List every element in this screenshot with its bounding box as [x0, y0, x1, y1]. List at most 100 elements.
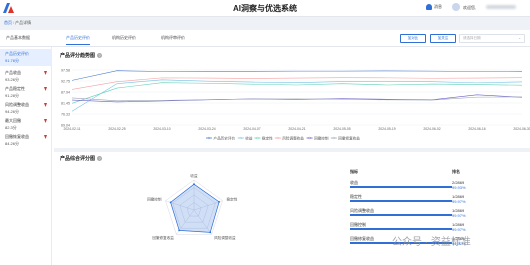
x-tick-label: 2024-04-21 [288, 127, 305, 131]
radar-chart[interactable]: 收益稳定性风险调整收益 回撤修复收益 回撤控制 [114, 166, 274, 256]
metric-bar [350, 200, 452, 202]
sidebar-item-stability[interactable]: 产品稳定性 91.28分 [0, 84, 52, 101]
radar-label: 回撤修复收益 [152, 235, 174, 240]
sidebar-item-max-drawdown[interactable]: 最大回撤 82.3分 [0, 116, 52, 133]
legend-marker [256, 136, 259, 140]
x-tick-label: 2024-06-30 [513, 127, 530, 131]
breadcrumb-current: 产品详情 [15, 20, 32, 25]
username-redacted [486, 5, 516, 9]
series-line[interactable] [71, 70, 523, 81]
compare-button[interactable]: 加对比 [400, 34, 426, 43]
radar-heading-text: 产品综合评分图 [60, 156, 96, 162]
legend-item[interactable]: 风险调整收益 [274, 135, 304, 140]
help-icon[interactable]: ? [97, 156, 103, 162]
legend-label: 回撤控制 [314, 135, 329, 140]
tab-institution-history[interactable]: 机构历史评价 [112, 35, 136, 41]
metric-percent: 99.97% [452, 227, 466, 232]
watermark: 公众号 · 资益标准 [392, 237, 471, 248]
notice-button[interactable]: 消息 [426, 4, 442, 10]
legend-label: 稳定性 [262, 135, 273, 140]
series-line[interactable] [71, 77, 523, 90]
legend-label: 风险调整收益 [282, 135, 304, 140]
legend-label: 回撤修复收益 [338, 135, 360, 140]
radar-point[interactable] [218, 200, 221, 203]
top-bar: AI洞察与优选系统 消息 欢迎您, [0, 0, 530, 17]
sidebar-item-value: 91.76分 [5, 58, 20, 63]
active-tab-indicator [66, 44, 90, 45]
sidebar-item-value: 94.26分 [5, 109, 20, 114]
tab-institution-review[interactable]: 机构评审评价 [161, 35, 185, 41]
x-tick-label: 2024-06-02 [423, 127, 440, 131]
radar-area[interactable] [170, 183, 220, 233]
legend-marker [308, 136, 311, 140]
metric-bar [350, 186, 452, 188]
tab-strip: 产品基本数据 产品历史评价 机构历史评价 机构评审评价 加对比 加关注 请选择日… [0, 30, 530, 47]
radar-point[interactable] [209, 231, 212, 234]
y-tick-label: 97.58 [61, 68, 70, 72]
metric-percent: 99.93% [452, 185, 466, 190]
radar-point[interactable] [169, 201, 172, 204]
metric-col-name: 指标 [350, 169, 358, 174]
welcome-text: 欢迎您, [463, 5, 477, 10]
y-tick-label: 76.33 [61, 112, 70, 116]
trend-heading-text: 产品评分趋势图 [60, 53, 96, 59]
metric-percent: 99.97% [452, 213, 466, 218]
radar-label: 收益 [190, 173, 198, 178]
legend-item[interactable]: 回撤控制 [306, 135, 329, 140]
follow-button[interactable]: 加关注 [430, 34, 456, 43]
x-tick-label: 2024-04-07 [243, 127, 260, 131]
chevron-down-icon: ⌄ [518, 36, 521, 40]
x-tick-label: 2024-03-10 [153, 127, 170, 131]
legend-label: 产品历史评价 [214, 135, 236, 140]
x-tick-label: 2024-05-05 [333, 127, 350, 131]
metric-col-rank: 排名 [452, 169, 460, 174]
metric-percent: 99.97% [452, 199, 466, 204]
avatar[interactable] [452, 3, 460, 11]
sidebar-item-risk-adjusted[interactable]: 风险调整收益 94.26分 [0, 100, 52, 117]
main-panel: 产品基本数据 产品历史评价 机构历史评价 机构评审评价 加对比 加关注 请选择日… [0, 30, 530, 265]
app-title: AI洞察与优选系统 [233, 4, 297, 13]
y-tick-label: 92.75 [61, 79, 70, 83]
metric-row: 风险调整收益 1/2869 99.97% [350, 208, 520, 221]
legend-label: 收益 [245, 135, 253, 140]
tab-product-history[interactable]: 产品历史评价 [66, 35, 90, 41]
sidebar-item-value: 82.3分 [5, 125, 17, 130]
y-tick-label: 87.94 [61, 90, 70, 94]
sidebar-item-value: 84.26分 [5, 141, 20, 146]
metric-row: 收益 2/2869 99.93% [350, 180, 520, 193]
date-select-placeholder: 请选择日期 [463, 36, 481, 40]
date-select[interactable]: 请选择日期 ⌄ [459, 34, 525, 43]
legend-item[interactable]: 回撤修复收益 [330, 135, 360, 140]
score-sidebar: 产品历史评价 91.76分 产品收益 93.26分 产品稳定性 91.28分 风… [0, 47, 52, 265]
metric-bar [350, 228, 452, 230]
radar-label: 回撤控制 [147, 197, 162, 202]
sidebar-item-name: 产品历史评价 [5, 51, 29, 56]
notice-label: 消息 [434, 4, 442, 9]
legend-marker [332, 136, 335, 140]
metric-bar [350, 214, 452, 216]
series-line[interactable] [71, 82, 523, 104]
x-tick-label: 2024-05-19 [378, 127, 395, 131]
radar-label: 风险调整收益 [214, 235, 236, 240]
trend-chart[interactable]: 97.5892.7587.9481.4576.3369.042024-02-11… [54, 63, 530, 145]
radar-point[interactable] [193, 183, 195, 186]
legend-marker [276, 136, 279, 140]
help-icon[interactable]: ? [97, 53, 103, 59]
radar-point[interactable] [178, 229, 181, 232]
trend-heading: 产品评分趋势图? [60, 52, 103, 59]
x-tick-label: 2024-03-24 [198, 127, 215, 131]
legend-marker [239, 136, 242, 140]
legend-item[interactable]: 产品历史评价 [206, 135, 235, 140]
breadcrumb-home[interactable]: 首页 [4, 20, 12, 25]
sidebar-item-history[interactable]: 产品历史评价 91.76分 [0, 49, 52, 66]
legend-marker [207, 136, 211, 140]
sidebar-item-drawdown-recovery[interactable]: 回撤恢复收益 84.26分 [0, 132, 52, 149]
breadcrumb: 首页/产品详情 [4, 20, 32, 25]
tab-product-basic[interactable]: 产品基本数据 [6, 35, 30, 41]
legend-item[interactable]: 收益 [237, 135, 253, 140]
y-tick-label: 81.45 [61, 101, 70, 105]
legend-item[interactable]: 稳定性 [254, 135, 273, 140]
x-tick-label: 2024-02-11 [63, 127, 80, 131]
sidebar-item-return[interactable]: 产品收益 93.26分 [0, 68, 52, 85]
radar-heading: 产品综合评分图? [60, 155, 103, 162]
